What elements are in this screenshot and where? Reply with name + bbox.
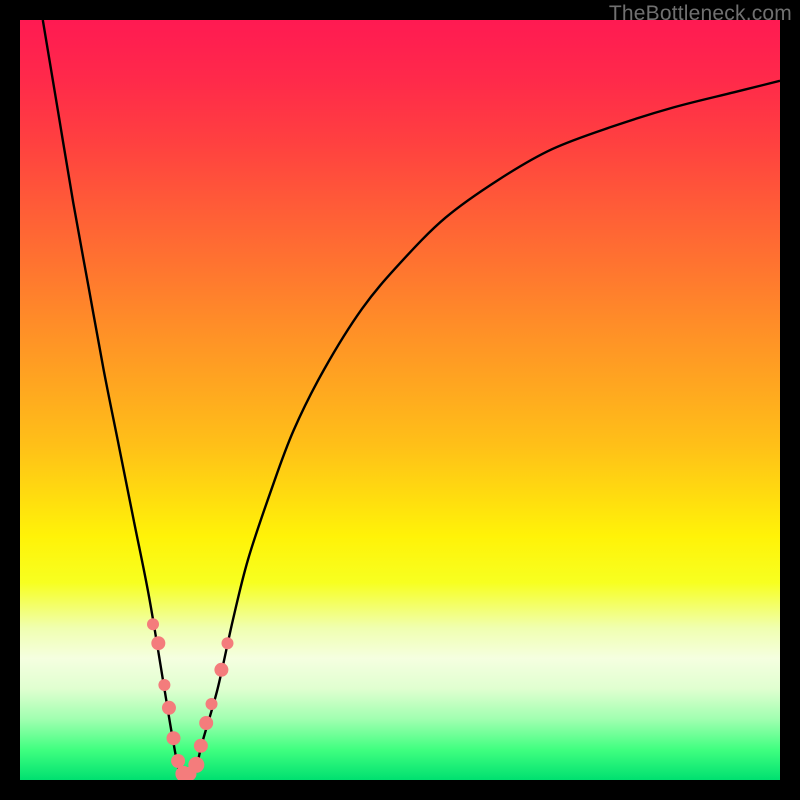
- data-marker: [221, 637, 233, 649]
- bottleneck-curve-svg: [20, 20, 780, 780]
- chart-frame: TheBottleneck.com: [0, 0, 800, 800]
- data-marker: [158, 679, 170, 691]
- data-marker: [188, 757, 204, 773]
- data-marker: [206, 698, 218, 710]
- data-marker: [167, 731, 181, 745]
- watermark-text: TheBottleneck.com: [609, 2, 792, 26]
- data-marker: [151, 636, 165, 650]
- data-marker: [171, 754, 185, 768]
- data-markers: [147, 618, 233, 780]
- data-marker: [194, 739, 208, 753]
- data-marker: [214, 663, 228, 677]
- bottleneck-curve-path: [43, 20, 780, 777]
- plot-area: [20, 20, 780, 780]
- data-marker: [199, 716, 213, 730]
- data-marker: [162, 701, 176, 715]
- data-marker: [147, 618, 159, 630]
